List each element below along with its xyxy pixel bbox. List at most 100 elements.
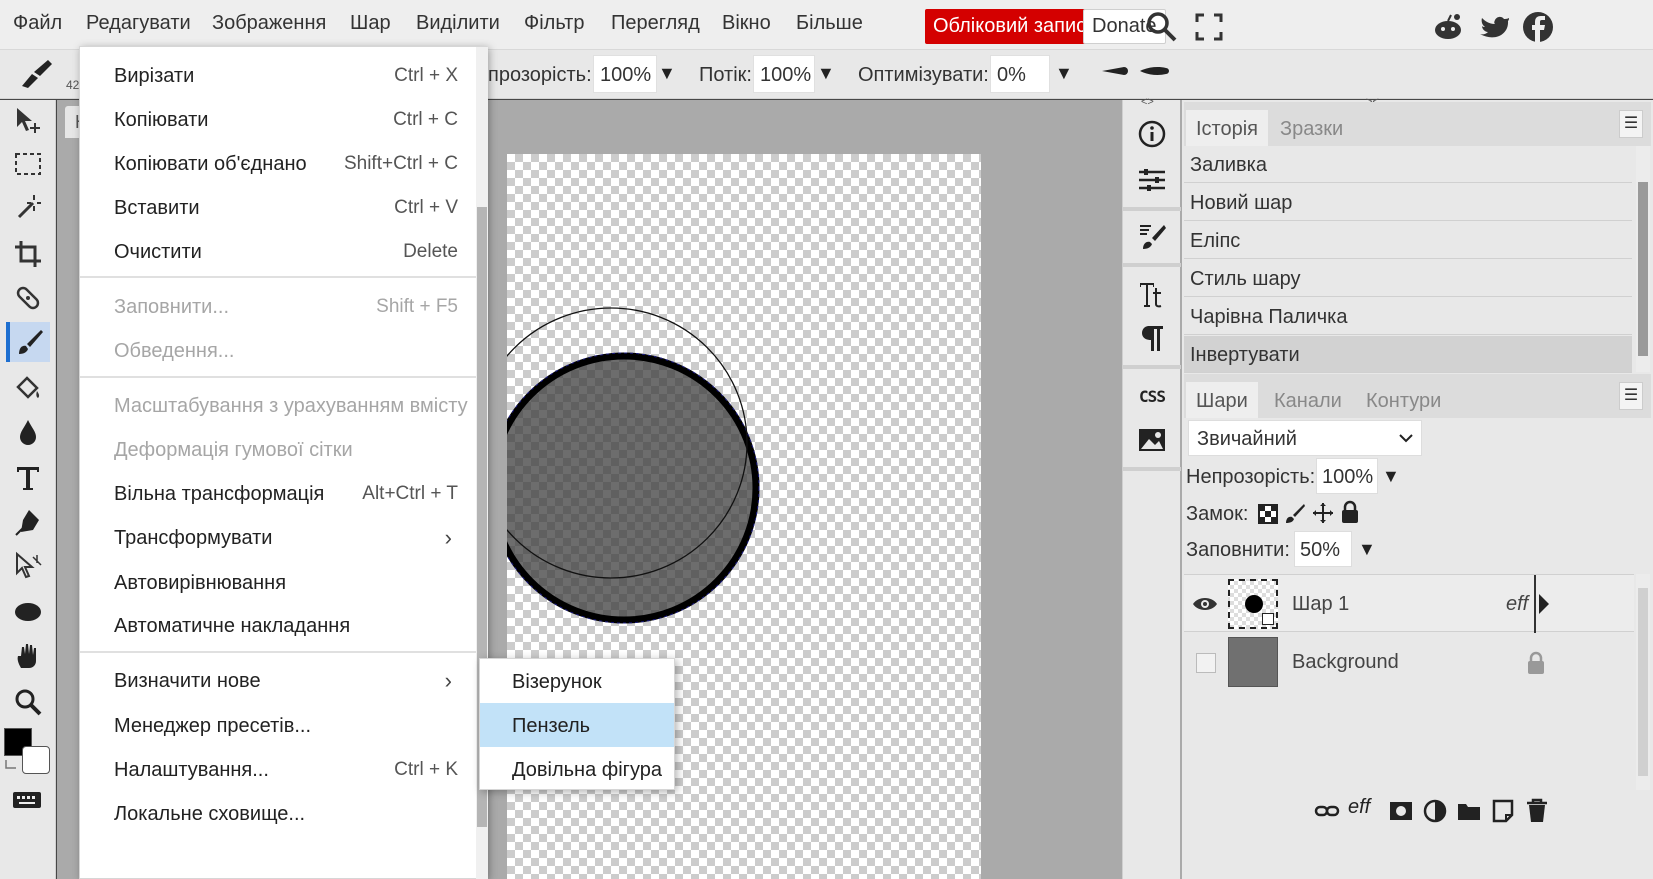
adjustments-panel-button[interactable] (1129, 158, 1175, 202)
pressure-size-icon[interactable] (1100, 64, 1130, 78)
pressure-opacity-icon[interactable] (1138, 64, 1170, 78)
info-panel-button[interactable] (1129, 112, 1175, 156)
swap-colors-icon[interactable] (4, 758, 18, 772)
menu-item-free-transform[interactable]: Вільна трансформація Alt+Ctrl + T (80, 471, 480, 515)
menu-item-clear[interactable]: Очистити Delete (80, 229, 480, 273)
zoom-tool[interactable] (6, 682, 50, 722)
menu-item-auto-align[interactable]: Автовирівнювання (80, 560, 480, 604)
smooth-dropdown-icon[interactable]: ▼ (1055, 63, 1073, 84)
menu-item-local-storage[interactable]: Локальне сховище... (80, 791, 480, 835)
lock-all-icon[interactable] (1340, 500, 1360, 524)
opacity-dropdown-icon[interactable]: ▼ (658, 63, 676, 84)
menu-image[interactable]: Зображення (212, 12, 326, 35)
menu-item-preferences[interactable]: Налаштування... Ctrl + K (80, 747, 480, 791)
crop-tool[interactable] (6, 234, 50, 274)
link-layers-icon[interactable] (1314, 798, 1340, 824)
blend-mode-select[interactable]: Звичайний (1188, 420, 1422, 456)
keyboard-icon[interactable] (12, 790, 42, 810)
background-color[interactable] (22, 746, 50, 774)
move-tool[interactable] (6, 100, 50, 140)
history-item[interactable]: Чарівна Паличка (1184, 298, 1632, 335)
add-mask-icon[interactable] (1388, 798, 1414, 824)
tab-channels[interactable]: Канали (1264, 382, 1352, 418)
facebook-icon[interactable] (1521, 10, 1555, 44)
menu-select[interactable]: Виділити (416, 12, 500, 35)
paragraph-panel-button[interactable] (1129, 316, 1175, 360)
character-panel-button[interactable] (1129, 272, 1175, 316)
lock-pixels-icon[interactable] (1284, 502, 1306, 524)
submenu-item-brush[interactable]: Пензель (480, 703, 674, 747)
layer-lock-icon[interactable] (1526, 651, 1546, 675)
trash-icon[interactable] (1524, 798, 1550, 824)
submenu-item-custom-shape[interactable]: Довільна фігура (480, 747, 674, 791)
flow-input[interactable]: 100% (753, 55, 815, 93)
history-scrollbar-thumb[interactable] (1638, 182, 1648, 356)
history-item[interactable]: Новий шар (1184, 184, 1632, 221)
menu-filter[interactable]: Фільтр (524, 12, 584, 35)
submenu-item-pattern[interactable]: Візерунок (480, 659, 674, 703)
flow-dropdown-icon[interactable]: ▼ (817, 63, 835, 84)
history-item-current[interactable]: Інвертувати (1184, 336, 1632, 373)
visibility-checkbox[interactable] (1196, 653, 1216, 673)
pen-tool[interactable] (6, 502, 50, 542)
fullscreen-icon[interactable] (1192, 10, 1226, 44)
menu-more[interactable]: Більше (796, 12, 863, 35)
marquee-tool[interactable] (6, 144, 50, 184)
reddit-icon[interactable] (1431, 10, 1465, 44)
adjustment-layer-icon[interactable] (1422, 798, 1448, 824)
magic-wand-tool[interactable] (6, 188, 50, 228)
expand-effects-icon[interactable] (1538, 593, 1550, 615)
fill-dropdown-icon[interactable]: ▼ (1358, 539, 1376, 560)
layer-row[interactable]: Background (1184, 633, 1634, 691)
menu-view[interactable]: Перегляд (611, 12, 700, 35)
menu-item-define-new[interactable]: Визначити нове › (80, 658, 480, 702)
layer-row[interactable]: Шар 1 eff (1184, 574, 1634, 633)
lock-position-icon[interactable] (1312, 502, 1334, 524)
brush-settings-button[interactable] (1129, 214, 1175, 258)
folder-icon[interactable] (1456, 798, 1482, 824)
history-item[interactable]: Заливка (1184, 146, 1632, 183)
layers-scrollbar-thumb[interactable] (1638, 588, 1648, 776)
new-layer-icon[interactable] (1490, 798, 1516, 824)
menu-item-paste[interactable]: Вставити Ctrl + V (80, 185, 480, 229)
tab-swatches[interactable]: Зразки (1270, 110, 1353, 146)
lock-transparency-icon[interactable] (1258, 504, 1278, 524)
menu-item-auto-blend[interactable]: Автоматичне накладання (80, 603, 480, 647)
tab-history[interactable]: Історія (1186, 110, 1269, 146)
menu-file[interactable]: Файл (13, 12, 62, 35)
smooth-input[interactable]: 0% (990, 55, 1050, 93)
eye-icon[interactable] (1192, 595, 1218, 613)
layer-effects-icon[interactable]: eff (1348, 796, 1370, 819)
menu-edit[interactable]: Редагувати (86, 12, 191, 35)
menu-item-transform[interactable]: Трансформувати › (80, 515, 480, 559)
history-item[interactable]: Еліпс (1184, 222, 1632, 259)
fill-input[interactable]: 50% (1294, 531, 1352, 567)
history-item[interactable]: Стиль шару (1184, 260, 1632, 297)
layer-opacity-input[interactable]: 100% (1316, 458, 1378, 494)
twitter-icon[interactable] (1478, 10, 1512, 44)
layers-scrollbar[interactable] (1636, 574, 1650, 790)
menu-item-copy[interactable]: Копіювати Ctrl + C (80, 97, 480, 141)
menu-window[interactable]: Вікно (722, 12, 771, 35)
fill-tool[interactable] (6, 368, 50, 408)
history-scrollbar[interactable] (1636, 146, 1650, 372)
brush-preset-icon[interactable] (18, 56, 56, 90)
tab-layers[interactable]: Шари (1186, 382, 1258, 418)
layer-opacity-dropdown-icon[interactable]: ▼ (1382, 466, 1400, 487)
history-menu-icon[interactable]: ☰ (1619, 110, 1643, 138)
image-panel-button[interactable] (1129, 418, 1175, 462)
brush-tool[interactable] (6, 322, 50, 362)
search-icon[interactable] (1145, 10, 1179, 44)
blur-tool[interactable] (6, 412, 50, 452)
menu-item-copy-merged[interactable]: Копіювати об'єднано Shift+Ctrl + C (80, 141, 480, 185)
css-panel-button[interactable]: CSS (1129, 374, 1175, 418)
path-select-tool[interactable] (6, 546, 50, 586)
tab-paths[interactable]: Контури (1356, 382, 1451, 418)
account-button[interactable]: Обліковий запис (925, 9, 1095, 44)
layer-name[interactable]: Шар 1 (1292, 593, 1349, 616)
collapse-panels-toggle[interactable]: <> (1141, 96, 1154, 108)
menu-layer[interactable]: Шар (350, 12, 391, 35)
hand-tool[interactable] (6, 636, 50, 676)
type-tool[interactable] (6, 458, 50, 498)
ellipse-tool[interactable] (6, 592, 50, 632)
